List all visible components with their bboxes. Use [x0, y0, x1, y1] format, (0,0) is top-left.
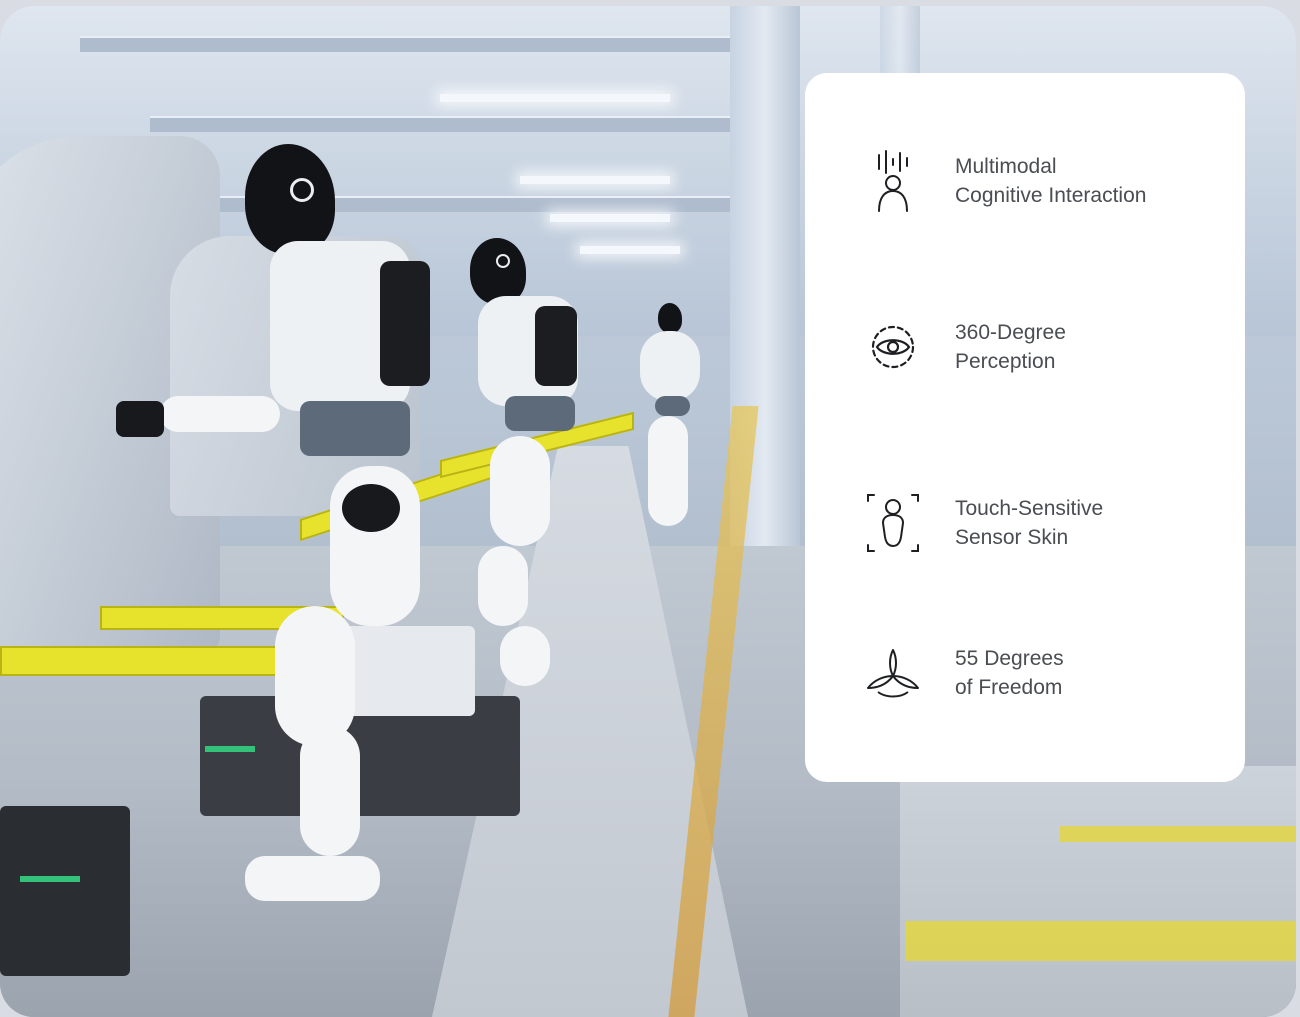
- robot-head: [470, 238, 526, 304]
- eye-perception-icon: [865, 315, 921, 379]
- robot-foot: [245, 856, 380, 901]
- touch-body-icon: [865, 491, 921, 555]
- robot-torso: [640, 331, 700, 401]
- hero-image-frame: Multimodal Cognitive Interaction 360-Deg…: [0, 6, 1296, 1017]
- robot-waist: [300, 401, 410, 456]
- feature-degrees-freedom: 55 Degrees of Freedom: [865, 641, 1225, 705]
- feature-label: 55 Degrees of Freedom: [955, 647, 1064, 699]
- ceiling-beam: [80, 36, 780, 52]
- feature-perception: 360-Degree Perception: [865, 315, 1225, 379]
- robot-hip: [342, 484, 400, 532]
- feature-label: Touch-Sensitive Sensor Skin: [955, 497, 1104, 549]
- robot-waist: [505, 396, 575, 431]
- feature-touch-skin: Touch-Sensitive Sensor Skin: [865, 491, 1225, 555]
- robot-leg: [490, 436, 550, 546]
- ceiling-light: [440, 94, 670, 102]
- robot-foot: [500, 626, 550, 686]
- robot-shin: [300, 726, 360, 856]
- feature-card: Multimodal Cognitive Interaction 360-Deg…: [805, 73, 1245, 782]
- robot-eye: [290, 178, 314, 202]
- cart-light: [20, 876, 80, 882]
- feature-multimodal: Multimodal Cognitive Interaction: [865, 149, 1225, 213]
- ceiling-beam: [150, 116, 790, 132]
- feature-label: 360-Degree Perception: [955, 321, 1066, 373]
- background-yellow-beam: [1060, 826, 1296, 842]
- background-yellow-beam: [905, 921, 1296, 961]
- feature-label: Multimodal Cognitive Interaction: [955, 155, 1147, 207]
- robot-hand: [116, 401, 164, 437]
- robot-arm: [160, 396, 280, 432]
- ceiling-light: [520, 176, 670, 184]
- robot-backpack: [380, 261, 430, 386]
- agv-cart: [335, 626, 475, 716]
- robot-leg: [478, 546, 528, 626]
- robot-waist: [655, 396, 690, 416]
- yellow-rail: [0, 646, 304, 676]
- robot-head: [658, 303, 682, 333]
- ceiling-light: [580, 246, 680, 254]
- robot-eye: [496, 254, 510, 268]
- agv-cart: [0, 806, 130, 976]
- robot-head: [245, 144, 335, 254]
- degrees-freedom-icon: [865, 641, 921, 705]
- robot-knee: [275, 606, 355, 746]
- robot-backpack: [535, 306, 577, 386]
- background-machinery: [900, 766, 1296, 1017]
- ceiling-light: [550, 214, 670, 222]
- voice-person-icon: [865, 149, 921, 213]
- cart-light: [205, 746, 255, 752]
- robot-legs: [648, 416, 688, 526]
